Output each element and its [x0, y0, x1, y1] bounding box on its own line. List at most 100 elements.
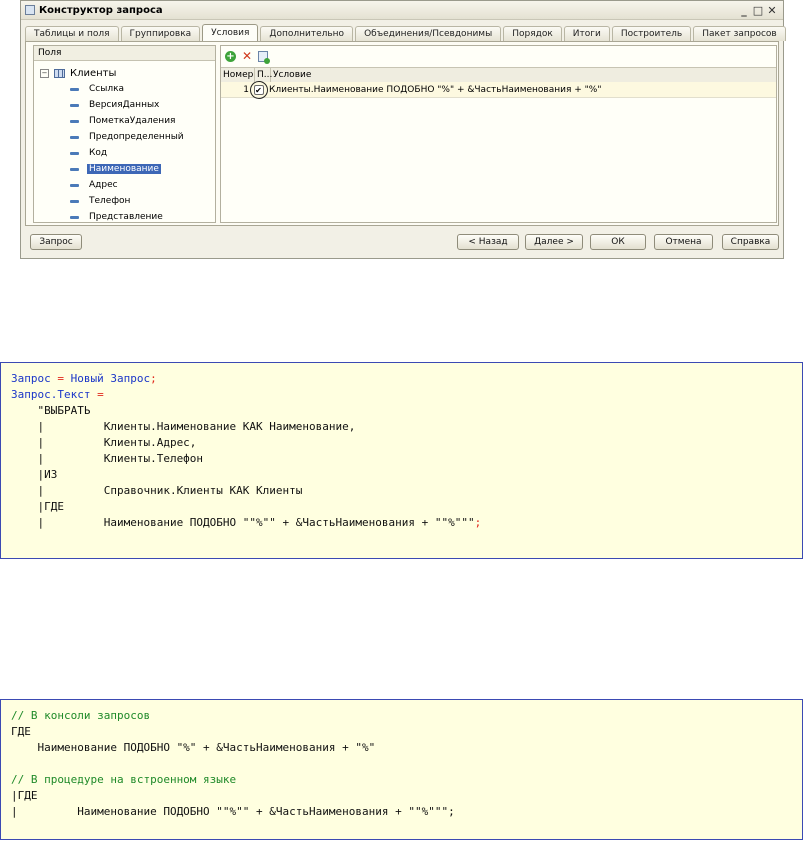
minimize-button[interactable]: _ — [737, 4, 751, 17]
tab-builder[interactable]: Построитель — [611, 26, 692, 41]
ok-button[interactable]: ОК — [590, 234, 646, 250]
tree-item-deletion-mark[interactable]: ПометкаУдаления — [70, 114, 177, 128]
column-header-p[interactable]: П... — [255, 68, 272, 82]
code-line: Запрос.Текст = — [11, 387, 792, 403]
column-header-condition[interactable]: Условие — [271, 68, 776, 82]
field-icon — [70, 87, 79, 91]
conditions-panel: + ✕ Номер П... Условие 1 ✔ Клиенты.Наиме… — [220, 45, 777, 223]
code-token: Запрос — [11, 372, 51, 385]
code-line: | Наименование ПОДОБНО ""%"" + &ЧастьНаи… — [11, 805, 455, 818]
code-token: Новый Запрос — [70, 372, 151, 385]
code-token: = — [50, 372, 71, 385]
title-bar[interactable]: Конструктор запроса _ □ ✕ — [21, 1, 783, 20]
tree-item-label: ПометкаУдаления — [89, 116, 176, 126]
code-line: | Справочник.Клиенты КАК Клиенты — [11, 484, 303, 497]
maximize-button[interactable]: □ — [751, 4, 765, 17]
tab-query-batch[interactable]: Пакет запросов — [693, 26, 786, 41]
bottom-button-bar: Запрос < Назад Далее > ОК Отмена Справка — [25, 234, 779, 252]
tree-item-label: Предопределенный — [89, 132, 184, 142]
tab-totals[interactable]: Итоги — [563, 26, 610, 41]
code-comment: // В консоли запросов — [11, 709, 151, 722]
close-button[interactable]: ✕ — [765, 4, 779, 17]
field-icon — [70, 151, 79, 155]
code-token: ; — [150, 372, 157, 385]
query-button[interactable]: Запрос — [30, 234, 82, 250]
tab-additional[interactable]: Дополнительно — [260, 26, 354, 41]
field-icon — [70, 119, 79, 123]
help-button[interactable]: Справка — [722, 234, 779, 250]
table-row[interactable]: 1 ✔ Клиенты.Наименование ПОДОБНО "%" + &… — [221, 80, 776, 99]
tree-item-code[interactable]: Код — [70, 146, 109, 160]
fields-header: Поля — [34, 46, 215, 61]
collapse-icon[interactable]: − — [40, 68, 49, 78]
tree-root-clients[interactable]: − Клиенты — [40, 66, 116, 80]
code-block-comparison: // В консоли запросов ГДЕ Наименование П… — [0, 699, 803, 840]
code-token: = — [90, 388, 104, 401]
tree-item-presentation[interactable]: Представление — [70, 210, 165, 224]
fields-panel[interactable]: Поля − Клиенты Ссылка ВерсияДанных Помет… — [33, 45, 216, 223]
tree-item-link[interactable]: Ссылка — [70, 82, 126, 96]
window-icon — [25, 5, 35, 15]
tab-tables-fields[interactable]: Таблицы и поля — [25, 26, 119, 41]
tree-root-label: Клиенты — [70, 67, 117, 79]
code-block-procedure: Запрос = Новый Запрос; Запрос.Текст = "В… — [0, 362, 803, 559]
tree-item-address[interactable]: Адрес — [70, 178, 120, 192]
tree-item-label: Представление — [89, 212, 163, 222]
tab-conditions[interactable]: Условия — [202, 24, 259, 41]
back-button[interactable]: < Назад — [457, 234, 519, 250]
cancel-button[interactable]: Отмена — [654, 234, 713, 250]
tree-item-predefined[interactable]: Предопределенный — [70, 130, 186, 144]
conditions-tab-panel: Поля − Клиенты Ссылка ВерсияДанных Помет… — [25, 41, 779, 226]
window-title: Конструктор запроса — [39, 4, 163, 16]
table-icon — [54, 68, 65, 78]
add-condition-icon[interactable]: + — [225, 50, 236, 62]
tab-unions-aliases[interactable]: Объединения/Псевдонимы — [355, 26, 502, 41]
tab-order[interactable]: Порядок — [503, 26, 562, 41]
tree-item-label: Наименование — [87, 164, 161, 174]
tab-grouping[interactable]: Группировка — [120, 26, 201, 41]
tree-item-label: ВерсияДанных — [89, 100, 160, 110]
field-icon — [70, 199, 79, 203]
code-line: |ГДЕ — [11, 789, 38, 802]
code-line: | Наименование ПОДОБНО ""%"" + &ЧастьНаи… — [11, 515, 792, 531]
code-line: ГДЕ — [11, 725, 31, 738]
row-number: 1 — [243, 84, 249, 95]
highlight-circle — [249, 80, 268, 99]
code-line: "ВЫБРАТЬ — [11, 404, 91, 417]
tree-item-label: Код — [89, 148, 108, 158]
conditions-toolbar: + ✕ — [221, 46, 776, 66]
tab-bar: Таблицы и поля Группировка Условия Допол… — [25, 24, 786, 41]
field-icon — [70, 135, 79, 139]
code-token: ; — [474, 516, 482, 529]
field-icon — [70, 183, 79, 187]
copy-condition-icon[interactable] — [258, 50, 271, 64]
tree-item-label: Телефон — [89, 196, 131, 206]
field-icon — [70, 215, 79, 219]
code-line: | Клиенты.Наименование КАК Наименование, — [11, 420, 356, 433]
code-line: Запрос = Новый Запрос; — [11, 371, 792, 387]
code-line: | Клиенты.Телефон — [11, 452, 204, 465]
row-checkbox-cell: ✔ — [249, 80, 268, 99]
code-token: Запрос.Текст — [11, 388, 91, 401]
column-header-number[interactable]: Номер — [221, 68, 255, 82]
row-condition-text[interactable]: Клиенты.Наименование ПОДОБНО "%" + &Част… — [265, 85, 601, 95]
code-comment: // В процедуре на встроенном языке — [11, 773, 237, 786]
tree-item-phone[interactable]: Телефон — [70, 194, 132, 208]
code-line: Наименование ПОДОБНО "%" + &ЧастьНаимено… — [11, 741, 376, 754]
code-line: |ИЗ — [11, 468, 58, 481]
code-line: |ГДЕ — [11, 500, 64, 513]
tree-item-label: Ссылка — [89, 84, 125, 94]
code-token: | Наименование ПОДОБНО ""%"" + &ЧастьНаи… — [11, 516, 475, 529]
code-line: | Клиенты.Адрес, — [11, 436, 197, 449]
delete-condition-icon[interactable]: ✕ — [242, 50, 252, 62]
query-builder-window: Конструктор запроса _ □ ✕ Таблицы и поля… — [20, 0, 786, 259]
tree-item-label: Адрес — [89, 180, 118, 190]
tree-item-name[interactable]: Наименование — [70, 162, 161, 176]
next-button[interactable]: Далее > — [525, 234, 583, 250]
condition-checkbox[interactable]: ✔ — [249, 80, 268, 99]
field-icon — [70, 103, 79, 107]
field-icon — [70, 167, 79, 171]
conditions-grid-header: Номер П... Условие — [221, 67, 776, 83]
tree-item-data-version[interactable]: ВерсияДанных — [70, 98, 161, 112]
